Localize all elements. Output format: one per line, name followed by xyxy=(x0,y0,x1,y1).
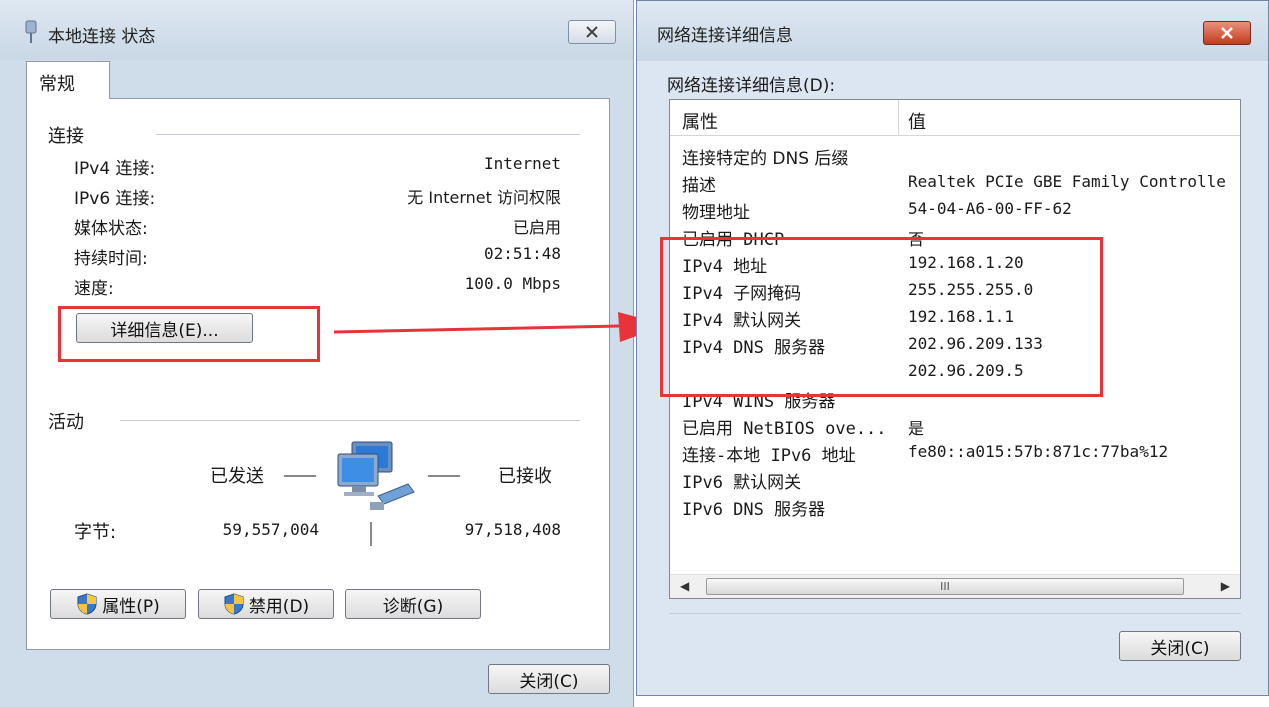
list-item-property: 连接特定的 DNS 后缀 xyxy=(682,149,849,169)
scroll-left-icon[interactable]: ◀ xyxy=(680,579,689,593)
diagnose-button[interactable]: 诊断(G) xyxy=(345,589,481,619)
left-window-title: 本地连接 状态 xyxy=(48,27,156,47)
ipv4-details-highlight xyxy=(660,237,1103,397)
close-icon xyxy=(586,26,598,38)
list-item-value: fe80::a015:57b:871c:77ba%12 xyxy=(908,442,1169,461)
left-titlebar: 本地连接 状态 xyxy=(0,0,633,60)
list-item-property: 已启用 NetBIOS ove... xyxy=(682,419,887,439)
list-item-property: 物理地址 xyxy=(682,203,750,223)
received-dash xyxy=(428,475,460,477)
activity-section-title: 活动 xyxy=(48,412,84,433)
network-adapter-icon xyxy=(24,20,38,44)
right-close-window-button[interactable] xyxy=(1203,21,1251,45)
right-divider xyxy=(669,613,1241,614)
column-header-value[interactable]: 值 xyxy=(908,108,926,134)
speed-label: 速度: xyxy=(74,279,114,299)
scroll-thumb[interactable]: III xyxy=(706,578,1184,595)
left-close-button[interactable]: 关闭(C) xyxy=(488,664,610,694)
ipv6-connection-label: IPv6 连接: xyxy=(74,189,156,209)
list-item[interactable]: 已启用 NetBIOS ove... 是 xyxy=(670,412,1240,439)
activity-divider xyxy=(120,420,580,421)
tab-general[interactable]: 常规 xyxy=(26,61,110,99)
list-item[interactable]: 连接特定的 DNS 后缀 xyxy=(670,142,1240,169)
list-item-value: 54-04-A6-00-FF-62 xyxy=(908,199,1072,218)
close-icon xyxy=(1221,27,1233,39)
media-state-label: 媒体状态: xyxy=(74,219,148,239)
duration-value: 02:51:48 xyxy=(483,244,561,263)
bytes-received-value: 97,518,408 xyxy=(464,520,561,539)
red-arrow xyxy=(333,312,666,342)
horizontal-scrollbar[interactable]: ◀ III ▶ xyxy=(670,574,1240,598)
duration-label: 持续时间: xyxy=(74,249,148,269)
bytes-label: 字节: xyxy=(74,522,117,543)
right-titlebar: 网络连接详细信息 xyxy=(637,1,1268,61)
shield-icon xyxy=(224,593,244,615)
network-computers-icon xyxy=(334,440,424,516)
connection-divider xyxy=(156,134,580,135)
list-item[interactable]: IPv6 默认网关 xyxy=(670,466,1240,493)
disable-button[interactable]: 禁用(D) xyxy=(198,589,334,619)
list-item[interactable]: 描述 Realtek PCIe GBE Family Controlle xyxy=(670,169,1240,196)
ipv4-connection-label: IPv4 连接: xyxy=(74,159,156,179)
sent-label: 已发送 xyxy=(210,466,264,487)
list-item-value: 是 xyxy=(908,419,925,438)
details-button[interactable]: 详细信息(E)... xyxy=(76,313,253,343)
general-panel xyxy=(26,98,610,650)
list-item-value: Realtek PCIe GBE Family Controlle xyxy=(908,172,1226,191)
local-connection-status-dialog: 本地连接 状态 常规 连接 IPv4 连接: Internet IPv6 连接:… xyxy=(0,0,634,707)
shield-icon xyxy=(77,593,97,615)
disable-button-label: 禁用(D) xyxy=(248,596,310,617)
header-divider[interactable] xyxy=(898,100,899,136)
list-item[interactable]: 物理地址 54-04-A6-00-FF-62 xyxy=(670,196,1240,223)
properties-button-label: 属性(P) xyxy=(102,596,160,617)
right-window-title: 网络连接详细信息 xyxy=(657,26,793,46)
connection-section-title: 连接 xyxy=(48,126,84,147)
received-label: 已接收 xyxy=(498,466,552,487)
left-close-window-button[interactable] xyxy=(568,20,616,44)
list-item-property: 描述 xyxy=(682,176,716,196)
scroll-right-icon[interactable]: ▶ xyxy=(1221,579,1230,593)
list-item[interactable]: IPv6 DNS 服务器 xyxy=(670,493,1240,520)
list-item-property: 连接-本地 IPv6 地址 xyxy=(682,446,856,466)
details-list-label: 网络连接详细信息(D): xyxy=(667,76,836,96)
right-close-button[interactable]: 关闭(C) xyxy=(1119,631,1241,661)
column-header-property[interactable]: 属性 xyxy=(682,108,718,134)
sent-dash xyxy=(284,475,316,477)
bytes-sent-value: 59,557,004 xyxy=(222,520,319,539)
media-state-value: 已启用 xyxy=(512,218,561,237)
list-header: 属性 值 xyxy=(670,100,1240,136)
bytes-divider xyxy=(370,522,372,546)
list-item-property: IPv6 默认网关 xyxy=(682,473,802,493)
list-item-property: IPv6 DNS 服务器 xyxy=(682,500,826,520)
properties-button[interactable]: 属性(P) xyxy=(50,589,186,619)
ipv6-connection-value: 无 Internet 访问权限 xyxy=(407,188,561,207)
ipv4-connection-value: Internet xyxy=(483,154,561,173)
list-item[interactable]: 连接-本地 IPv6 地址 fe80::a015:57b:871c:77ba%1… xyxy=(670,439,1240,466)
speed-value: 100.0 Mbps xyxy=(464,274,561,293)
